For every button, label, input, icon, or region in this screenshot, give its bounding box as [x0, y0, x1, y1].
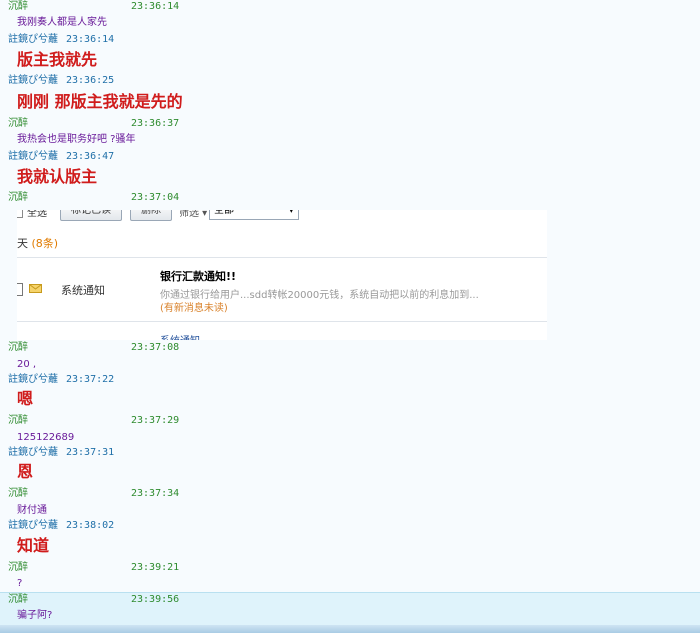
message-header: 註鏡ぴ兮蘺 23:36:14 [8, 33, 114, 47]
chat-log: 沉醉 23:36:14 我刚奏人都是人家先 註鏡ぴ兮蘺 23:36:14 版主我… [0, 0, 700, 633]
message-header: 註鏡ぴ兮蘺 23:38:02 [8, 519, 114, 533]
sender-name: 沉醉 [8, 594, 28, 605]
message-text: 恩 [17, 462, 34, 481]
message-text: 刚刚 那版主我就是先的 [17, 92, 183, 111]
message-header: 註鏡ぴ兮蘺 23:36:25 [8, 74, 114, 88]
message-header: 沉醉 23:39:21 [8, 561, 179, 575]
message-time: 23:36:14 [66, 34, 115, 45]
message-time: 23:36:14 [131, 1, 180, 12]
message-time: 23:37:34 [131, 488, 180, 499]
message-time: 23:37:04 [131, 192, 180, 203]
delete-button[interactable]: 删除 [130, 210, 172, 221]
message-time: 23:36:37 [131, 118, 180, 129]
message-text: 知道 [17, 536, 50, 555]
section-label: 天 [17, 237, 28, 250]
message-header: 註鏡ぴ兮蘺 23:37:31 [8, 446, 114, 460]
message-text: 我刚奏人都是人家先 [17, 17, 107, 28]
message-header: 沉醉 23:36:14 [8, 0, 179, 14]
message-time: 23:37:08 [131, 342, 180, 353]
message-header: 沉醉 23:37:04 [8, 191, 179, 205]
sender-name: 註鏡ぴ兮蘺 [8, 34, 58, 45]
sender-name: 沉醉 [8, 488, 28, 499]
message-time: 23:39:56 [131, 594, 180, 605]
message-text: 骗子阿? [17, 610, 53, 621]
message-text: 财付通 [17, 505, 47, 516]
sender-name: 註鏡ぴ兮蘺 [8, 520, 58, 531]
select-all-label: 全选 [27, 210, 47, 219]
message-time: 23:39:21 [131, 562, 180, 573]
message-text: 版主我就先 [17, 50, 98, 69]
filter-select[interactable]: 全部 ▼ [209, 210, 299, 220]
filter-select-value: 全部 [214, 210, 234, 216]
pasted-mail-screenshot: 全选 标记已读 删除 筛选 ▾ 全部 ▼ 天 (8条) 系统通知 银行汇款通知!… [17, 210, 547, 340]
envelope-icon [29, 284, 42, 293]
message-time: 23:37:22 [66, 374, 115, 385]
message-header: 註鏡ぴ兮蘺 23:37:22 [8, 373, 114, 387]
message-time: 23:38:02 [66, 520, 115, 531]
message-header: 沉醉 23:36:37 [8, 117, 179, 131]
sender-name: 註鏡ぴ兮蘺 [8, 151, 58, 162]
message-time: 23:36:47 [66, 151, 115, 162]
selected-message-row[interactable] [0, 592, 700, 626]
sender-name: 沉醉 [8, 342, 28, 353]
divider [17, 321, 547, 322]
mail-checkbox[interactable] [17, 283, 23, 296]
mail-subject[interactable]: 银行汇款通知!! [160, 268, 236, 284]
message-text: 20 , [17, 359, 37, 370]
message-time: 23:37:31 [66, 447, 115, 458]
mark-read-button[interactable]: 标记已读 [60, 210, 122, 221]
message-header: 沉醉 23:37:29 [8, 414, 179, 428]
mail-section-header: 天 (8条) [17, 236, 58, 252]
mail-sender: 系统通知 [61, 284, 105, 297]
unread-status: (有新消息未读) [160, 303, 228, 314]
message-time: 23:37:29 [131, 415, 180, 426]
mail-toolbar: 全选 标记已读 删除 筛选 ▾ 全部 ▼ [17, 210, 547, 222]
message-time: 23:36:25 [66, 75, 115, 86]
sender-name: 沉醉 [8, 562, 28, 573]
window-bottom-bar [0, 625, 700, 633]
message-text: 我热会也是职务好吧 ?骚年 [17, 134, 136, 145]
message-text: 125122689 [17, 432, 75, 443]
message-text: ? [17, 578, 23, 589]
select-all-checkbox[interactable] [17, 210, 23, 218]
sender-name: 註鏡ぴ兮蘺 [8, 374, 58, 385]
message-header: 沉醉 23:37:08 [8, 341, 179, 355]
sender-name: 沉醉 [8, 192, 28, 203]
sender-name: 沉醉 [8, 415, 28, 426]
message-header: 註鏡ぴ兮蘺 23:36:47 [8, 150, 114, 164]
section-count: (8条) [31, 237, 59, 250]
message-header: 沉醉 23:37:34 [8, 487, 179, 501]
filter-label: 筛选 ▾ [179, 210, 208, 219]
sender-name: 沉醉 [8, 1, 28, 12]
message-header: 沉醉 23:39:56 [8, 593, 179, 607]
divider [17, 257, 547, 258]
dropdown-arrow-icon: ▼ [288, 210, 294, 214]
sender-name: 沉醉 [8, 118, 28, 129]
message-text: 我就认版主 [17, 167, 98, 186]
sender-name: 註鏡ぴ兮蘺 [8, 447, 58, 458]
next-mail-subject[interactable]: 系统通知 [160, 332, 200, 340]
message-text: 嗯 [17, 389, 34, 408]
sender-name: 註鏡ぴ兮蘺 [8, 75, 58, 86]
